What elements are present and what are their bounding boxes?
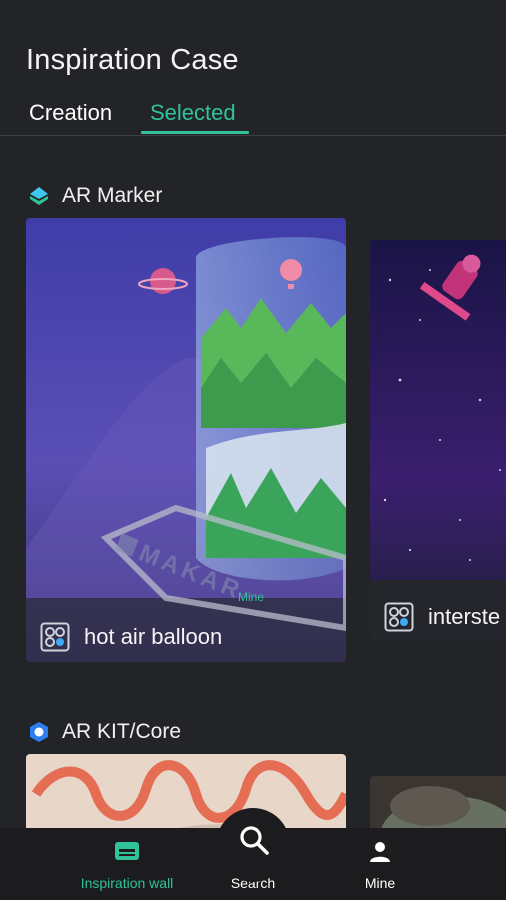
nav-item-mine[interactable]: Mine <box>315 828 445 900</box>
ar-grid-icon <box>384 602 414 632</box>
active-tab-indicator <box>141 131 249 134</box>
card-artwork <box>370 240 506 640</box>
inspiration-wall-icon <box>115 842 139 860</box>
nav-item-inspiration-wall[interactable]: Inspiration wall <box>62 828 192 900</box>
ar-kit-icon <box>30 722 48 742</box>
card-caption: interste <box>384 602 500 632</box>
case-card-hot-air-balloon[interactable]: MAKAR Mine hot air balloon <box>26 218 346 662</box>
card-artwork: MAKAR <box>26 218 346 662</box>
tab-bar: Creation Selected <box>0 96 506 136</box>
mine-tag: Mine <box>238 590 265 604</box>
case-card-interstellar[interactable]: interste <box>370 240 506 640</box>
section-title: AR KIT/Core <box>62 720 182 743</box>
card-title: interste <box>428 604 501 629</box>
search-button[interactable] <box>238 824 270 856</box>
app-screen: Inspiration Case Creation Selected AR Ma… <box>0 0 506 900</box>
divider <box>0 135 506 136</box>
card-title: hot air balloon <box>84 624 223 649</box>
user-icon <box>370 842 390 862</box>
section-title: AR Marker <box>62 184 163 207</box>
page-title: Inspiration Case <box>26 44 239 76</box>
card-caption: hot air balloon <box>40 612 222 662</box>
section-header-ar-kit: AR KIT/Core <box>28 718 181 746</box>
nav-label: Inspiration wall <box>80 875 174 891</box>
section-header-ar-marker: AR Marker <box>28 182 162 210</box>
search-icon <box>240 826 269 855</box>
nav-label: Mine <box>364 875 396 891</box>
ar-marker-icon <box>30 187 48 205</box>
ar-grid-icon <box>40 622 70 652</box>
tab-selected[interactable]: Selected <box>150 100 236 126</box>
tab-creation[interactable]: Creation <box>29 100 112 126</box>
